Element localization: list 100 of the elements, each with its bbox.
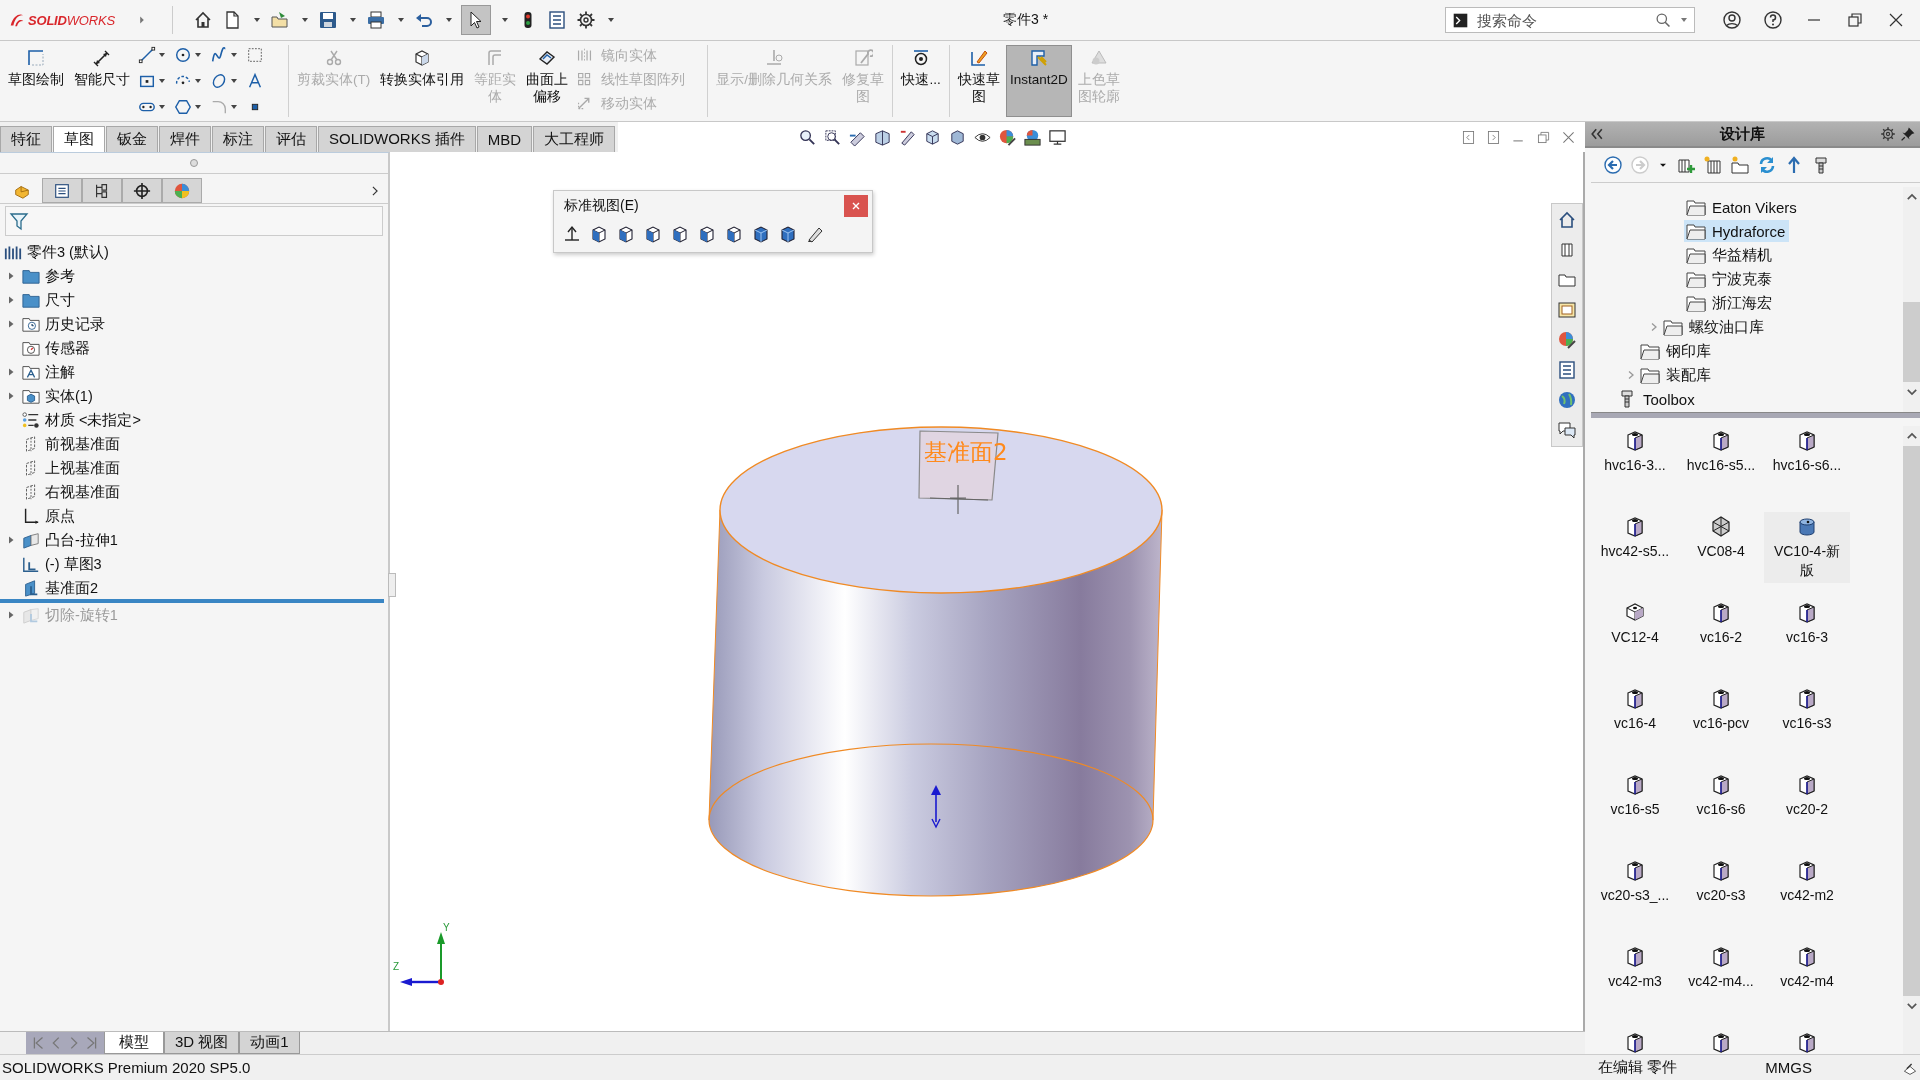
caret-icon[interactable] xyxy=(397,16,405,24)
scrollbar[interactable] xyxy=(1903,187,1920,412)
close-button[interactable] xyxy=(844,195,868,217)
caret-icon[interactable] xyxy=(194,51,202,59)
tab[interactable]: 大工程师 xyxy=(533,126,616,152)
ribbon-button[interactable]: 曲面上偏移 xyxy=(522,45,573,117)
tab[interactable]: MBD xyxy=(476,126,533,152)
user-icon[interactable] xyxy=(1722,10,1742,30)
part-item[interactable]: vc16-2 xyxy=(1678,598,1764,684)
library-folder[interactable]: Hydraforce xyxy=(1684,220,1790,242)
tree-item[interactable]: 凸台-拉伸1 xyxy=(22,530,122,550)
tree-item[interactable]: 历史记录 xyxy=(22,314,109,334)
color-ball-icon[interactable] xyxy=(1557,330,1577,350)
part-item[interactable]: vc16-pcv xyxy=(1678,684,1764,770)
search-icon[interactable] xyxy=(1655,11,1672,29)
part-item[interactable]: vc16-3 xyxy=(1764,598,1850,684)
line-icon[interactable] xyxy=(138,46,156,64)
part-item[interactable]: vc16-s6 xyxy=(1678,770,1764,856)
zoom-to-fit-icon[interactable] xyxy=(798,127,818,147)
library-folder[interactable]: Eaton Vikers xyxy=(1684,196,1801,218)
scrollbar[interactable] xyxy=(1903,426,1920,1054)
part-item[interactable]: hvc16-3... xyxy=(1592,426,1678,512)
caret-icon[interactable] xyxy=(158,103,166,111)
tab[interactable]: 动画1 xyxy=(239,1032,300,1054)
circle-icon[interactable] xyxy=(174,46,192,64)
view-cube-icon[interactable] xyxy=(670,224,690,244)
library-folder[interactable]: 钢印库 xyxy=(1638,340,1715,362)
ribbon-button[interactable]: 快速草图 xyxy=(954,45,1004,117)
part-item[interactable]: hvc16-s6... xyxy=(1764,426,1850,512)
view-cube-icon[interactable] xyxy=(589,224,609,244)
view-cube-icon[interactable] xyxy=(697,224,717,244)
part-item[interactable]: vc16-s3 xyxy=(1764,684,1850,770)
tree-item[interactable]: 尺寸 xyxy=(22,290,79,310)
caret-icon[interactable] xyxy=(501,16,509,24)
expand-arrow-icon[interactable] xyxy=(6,271,16,281)
new-folder-icon[interactable] xyxy=(1730,155,1750,175)
scene-icon[interactable] xyxy=(1023,127,1043,147)
part-item[interactable]: vc16-4 xyxy=(1592,684,1678,770)
new-library-icon[interactable] xyxy=(1703,155,1723,175)
open-folder-icon[interactable] xyxy=(270,10,290,30)
collapse-icon[interactable] xyxy=(1589,126,1605,142)
tab[interactable]: 草图 xyxy=(53,126,105,152)
library-folder[interactable]: 宁波克泰 xyxy=(1684,268,1776,290)
library-folder[interactable]: Toolbox xyxy=(1615,388,1699,410)
construction-box-icon[interactable] xyxy=(246,46,264,64)
tree-item[interactable]: (-) 草图3 xyxy=(22,554,106,574)
caret-icon[interactable] xyxy=(445,16,453,24)
tile-right-icon[interactable] xyxy=(1485,128,1502,146)
spline-icon[interactable] xyxy=(210,46,228,64)
library-folder[interactable]: 华益精机 xyxy=(1684,244,1776,266)
tab[interactable]: SOLIDWORKS 插件 xyxy=(318,126,476,152)
caret-icon[interactable] xyxy=(194,103,202,111)
library-folder[interactable]: 浙江海宏 xyxy=(1684,292,1776,314)
caret-icon[interactable] xyxy=(607,16,615,24)
caret-icon[interactable] xyxy=(230,103,238,111)
search-field[interactable]: 搜索命令 xyxy=(1445,7,1695,33)
expand-arrow-icon[interactable] xyxy=(6,295,16,305)
tab[interactable]: 3D 视图 xyxy=(164,1032,240,1054)
home-icon[interactable] xyxy=(1557,210,1577,230)
home-icon[interactable] xyxy=(193,10,213,30)
settings-icon[interactable] xyxy=(576,10,596,30)
tab[interactable]: 模型 xyxy=(104,1032,164,1054)
back-icon[interactable] xyxy=(1603,155,1623,175)
polygon-icon[interactable] xyxy=(174,98,192,116)
help-icon[interactable] xyxy=(1763,10,1783,30)
tab[interactable]: 钣金 xyxy=(106,126,158,152)
tree-item[interactable]: 实体(1) xyxy=(22,386,97,406)
save-icon[interactable] xyxy=(318,10,338,30)
part-item[interactable]: vc20-s3_... xyxy=(1592,856,1678,942)
tree-item[interactable]: 零件3 (默认) xyxy=(4,242,113,262)
part-item[interactable]: vc42-m4... xyxy=(1678,942,1764,1028)
part-item[interactable]: hvc42-s5... xyxy=(1592,512,1678,598)
part-item[interactable]: vc42-m3 xyxy=(1592,942,1678,1028)
ellipse-icon[interactable] xyxy=(210,72,228,90)
list-icon[interactable] xyxy=(1557,360,1577,380)
view-cube-icon[interactable] xyxy=(643,224,663,244)
iso-cube-icon[interactable] xyxy=(778,224,798,244)
caret-icon[interactable] xyxy=(301,16,309,24)
search-input[interactable]: 搜索命令 xyxy=(1475,10,1649,30)
part-item[interactable]: VC10-4-新版 xyxy=(1764,512,1850,583)
tab[interactable]: 特征 xyxy=(0,126,52,152)
tree-item[interactable]: 参考 xyxy=(22,266,79,286)
view-cube-icon[interactable] xyxy=(724,224,744,244)
part-item[interactable]: VC08-4 xyxy=(1678,512,1764,598)
restore-icon[interactable] xyxy=(1845,10,1865,30)
tree-item[interactable]: 上视基准面 xyxy=(22,458,124,478)
tab[interactable]: 焊件 xyxy=(159,126,211,152)
normal-to-icon[interactable] xyxy=(562,224,582,244)
part-item[interactable]: VC12-4 xyxy=(1592,598,1678,684)
monitor-icon[interactable] xyxy=(1048,127,1068,147)
expand-arrow-icon[interactable] xyxy=(6,367,16,377)
caret-icon[interactable] xyxy=(158,51,166,59)
expand-arrow-icon[interactable] xyxy=(6,319,16,329)
chat-icon[interactable] xyxy=(1557,420,1577,440)
expand-arrow-icon[interactable] xyxy=(6,610,16,620)
part-item[interactable]: vc42-m2 xyxy=(1764,856,1850,942)
expand-arrow-icon[interactable] xyxy=(6,535,16,545)
tree-item[interactable]: 原点 xyxy=(22,506,79,526)
view-palette-icon[interactable] xyxy=(1557,300,1577,320)
printer-icon[interactable] xyxy=(366,10,386,30)
